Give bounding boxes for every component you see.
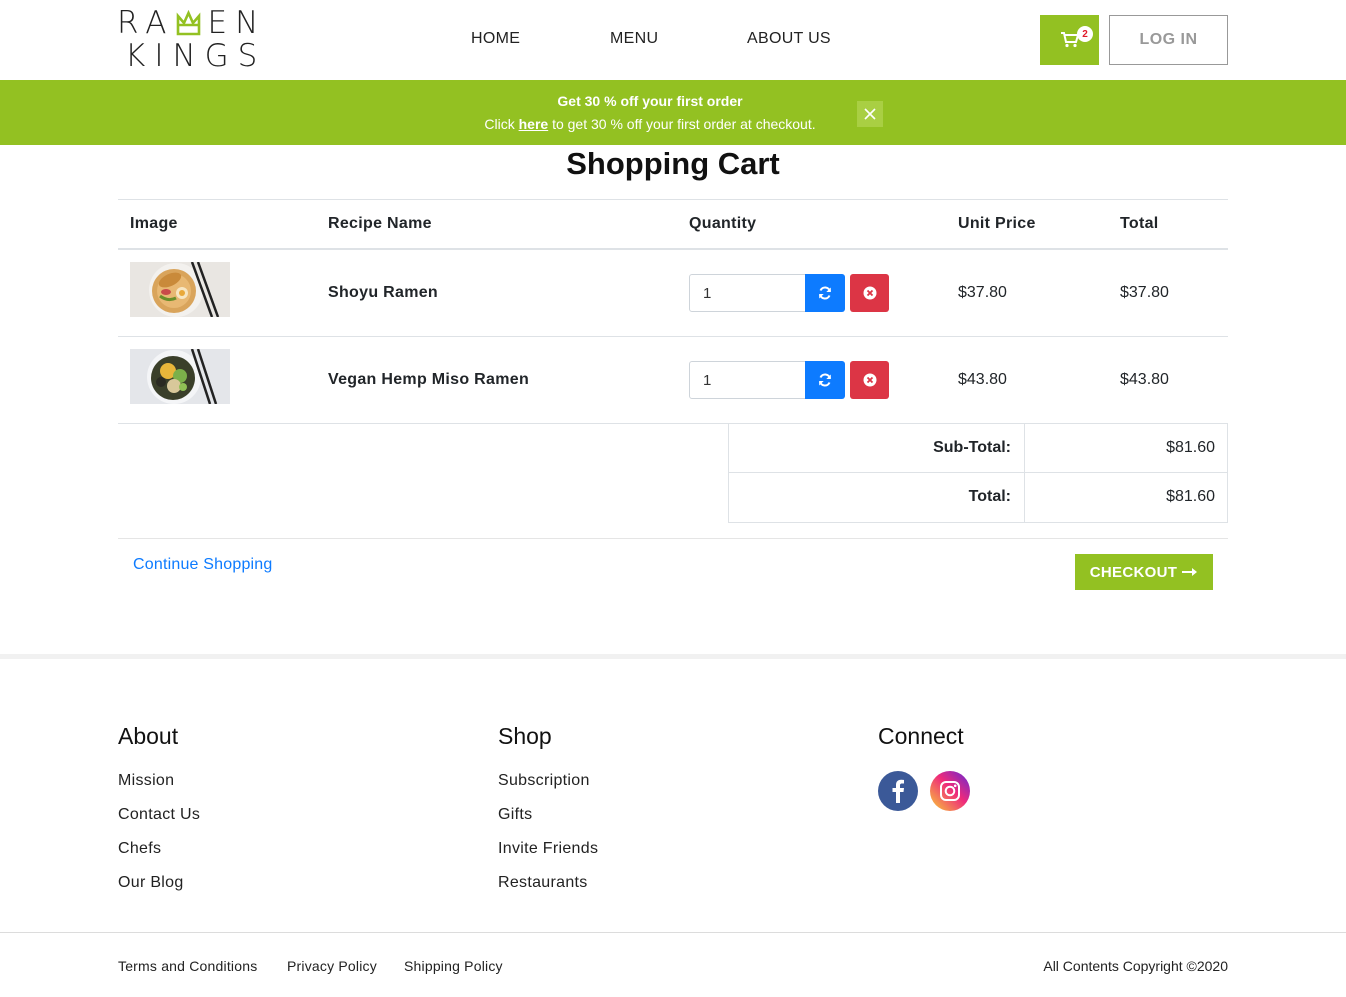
quantity-input[interactable]: [689, 361, 806, 399]
nav-home[interactable]: HOME: [471, 30, 520, 48]
cart-actions: Continue Shopping CHECKOUT: [118, 538, 1228, 598]
footer-about-heading: About: [118, 723, 179, 749]
subtotal-label: Sub-Total:: [933, 439, 1011, 456]
nav-menu[interactable]: MENU: [610, 30, 658, 48]
table-row: Vegan Hemp Miso Ramen $43.80 $43.80: [118, 337, 1228, 424]
promo-here-link[interactable]: here: [519, 116, 549, 132]
remove-item-button[interactable]: [850, 274, 889, 312]
copyright-text: All Contents Copyright ©2020: [1043, 958, 1228, 974]
unit-price: $43.80: [958, 371, 1007, 388]
logo-text-left: RA: [117, 5, 175, 41]
footer-bottom-bar: Terms and Conditions Privacy Policy Ship…: [0, 932, 1346, 997]
subtotal-row: Sub-Total: $81.60: [729, 424, 1227, 473]
continue-shopping-link[interactable]: Continue Shopping: [133, 556, 273, 574]
promo-text-after: to get 30 % off your first order at chec…: [548, 116, 816, 132]
footer-separator: [0, 654, 1346, 659]
footer-connect-column: Connect: [878, 723, 970, 811]
header-image: Image: [130, 215, 178, 232]
footer-link-invite-friends[interactable]: Invite Friends: [498, 840, 598, 874]
shipping-link[interactable]: Shipping Policy: [404, 958, 503, 974]
footer-shop-heading: Shop: [498, 723, 552, 749]
page-title: Shopping Cart: [566, 146, 780, 181]
quantity-input[interactable]: [689, 274, 806, 312]
table-header: Image Recipe Name Quantity Unit Price To…: [118, 200, 1228, 250]
total-value: $81.60: [1166, 488, 1215, 505]
refresh-icon: [819, 286, 831, 300]
table-row: Shoyu Ramen $37.80 $37.80: [118, 250, 1228, 337]
cart-button[interactable]: 2: [1040, 15, 1099, 65]
footer-link-restaurants[interactable]: Restaurants: [498, 874, 598, 908]
arrow-right-icon: [1182, 568, 1198, 576]
footer-link-subscription[interactable]: Subscription: [498, 772, 598, 806]
line-total: $37.80: [1120, 284, 1169, 301]
brand-logo[interactable]: RA EN KINGS: [117, 7, 277, 73]
crown-icon: [176, 10, 200, 36]
cart-table: Image Recipe Name Quantity Unit Price To…: [118, 199, 1228, 424]
checkout-label: CHECKOUT: [1089, 563, 1178, 581]
footer-connect-heading: Connect: [878, 723, 964, 749]
footer-shop-column: Shop Subscription Gifts Invite Friends R…: [498, 723, 598, 908]
footer-link-our-blog[interactable]: Our Blog: [118, 874, 200, 908]
nav-about-us[interactable]: ABOUT US: [747, 30, 831, 48]
remove-item-button[interactable]: [850, 361, 889, 399]
header-total: Total: [1120, 215, 1159, 232]
footer-about-column: About Mission Contact Us Chefs Our Blog: [118, 723, 200, 908]
terms-link[interactable]: Terms and Conditions: [118, 958, 257, 974]
facebook-link[interactable]: [878, 771, 918, 811]
logo-line-1: RA EN: [117, 7, 277, 40]
unit-price: $37.80: [958, 284, 1007, 301]
update-quantity-button[interactable]: [805, 361, 845, 399]
remove-icon: [863, 286, 876, 300]
instagram-link[interactable]: [930, 771, 970, 811]
recipe-name: Vegan Hemp Miso Ramen: [328, 371, 530, 388]
footer-link-mission[interactable]: Mission: [118, 772, 200, 806]
header-recipe-name: Recipe Name: [328, 215, 432, 232]
promo-title: Get 30 % off your first order: [557, 93, 743, 109]
cart-count-badge: 2: [1077, 26, 1093, 42]
vegan-hemp-miso-ramen-image[interactable]: [130, 349, 230, 404]
footer-link-contact-us[interactable]: Contact Us: [118, 806, 200, 840]
logo-line-2: KINGS: [125, 38, 267, 74]
line-total: $43.80: [1120, 371, 1169, 388]
refresh-icon: [819, 373, 831, 387]
header-unit-price: Unit Price: [958, 215, 1036, 232]
checkout-button[interactable]: CHECKOUT: [1075, 554, 1213, 590]
footer-link-gifts[interactable]: Gifts: [498, 806, 598, 840]
total-row: Total: $81.60: [729, 473, 1227, 522]
site-header: RA EN KINGS HOME MENU ABOUT US 2 LOG IN: [0, 0, 1346, 80]
header-quantity: Quantity: [689, 215, 757, 232]
promo-banner: Get 30 % off your first order Click here…: [0, 80, 1346, 145]
totals-divider: [1024, 424, 1025, 472]
update-quantity-button[interactable]: [805, 274, 845, 312]
shoyu-ramen-image[interactable]: [130, 262, 230, 317]
login-button[interactable]: LOG IN: [1109, 15, 1228, 65]
privacy-link[interactable]: Privacy Policy: [287, 958, 377, 974]
instagram-icon: [940, 781, 960, 801]
facebook-icon: [892, 779, 904, 803]
total-label: Total:: [968, 488, 1011, 505]
promo-close-button[interactable]: [857, 101, 883, 127]
shopping-cart-icon: [1060, 32, 1079, 48]
promo-text-before: Click: [484, 116, 519, 132]
footer-link-chefs[interactable]: Chefs: [118, 840, 200, 874]
recipe-name: Shoyu Ramen: [328, 284, 438, 301]
totals-table: Sub-Total: $81.60 Total: $81.60: [728, 423, 1228, 523]
totals-divider: [1024, 473, 1025, 522]
social-links: [878, 771, 970, 811]
promo-text: Click here to get 30 % off your first or…: [0, 116, 1300, 132]
subtotal-value: $81.60: [1166, 439, 1215, 456]
remove-icon: [863, 373, 876, 387]
logo-text-right: EN: [207, 5, 267, 41]
close-icon: [864, 108, 876, 120]
